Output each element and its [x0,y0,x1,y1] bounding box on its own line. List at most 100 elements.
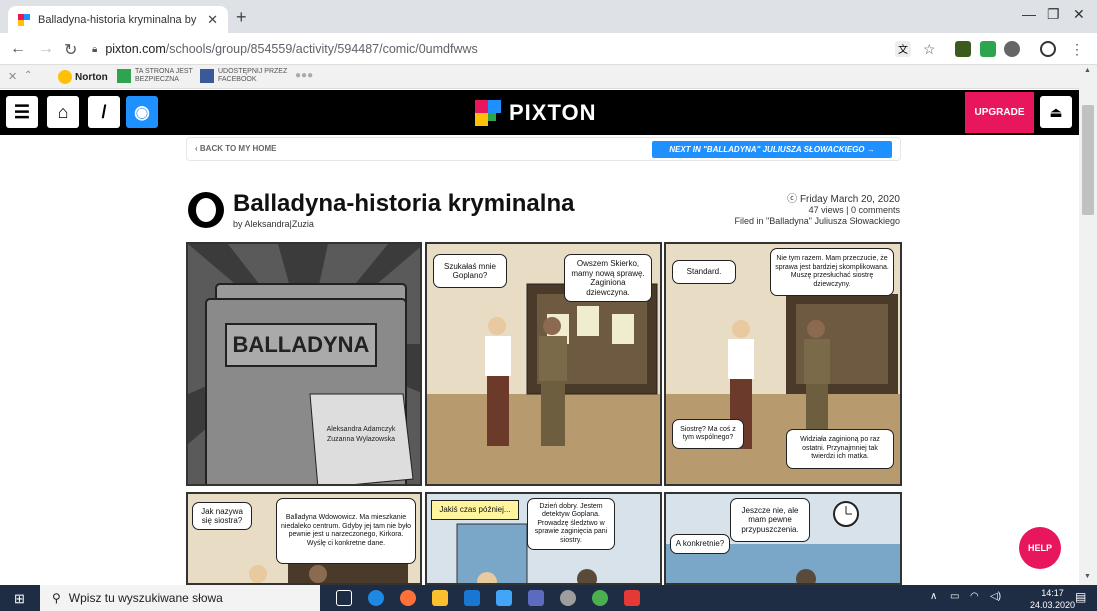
extension-norton-icon[interactable] [980,41,996,57]
office-icon[interactable] [624,590,640,606]
author-names-line2: Zuzanna Wylazowska [326,436,396,443]
url-host: pixton.com [105,42,166,56]
scrollbar-thumb[interactable] [1082,105,1094,215]
extension-puzzle-icon[interactable] [1004,41,1020,57]
comic-author[interactable]: by Aleksandra|Zuzia [233,219,314,229]
speech-bubble: Standard. [672,260,736,284]
norton-toolbar: ✕ ⌃ Norton TA STRONA JEST BEZPIECZNA UDO… [0,65,1097,89]
more-dots-icon[interactable]: ●●● [295,70,313,81]
comic-filed[interactable]: Filed in "Balladyna" Juliusza Słowackieg… [680,216,900,227]
notifications-icon[interactable]: ▤ [1075,590,1086,604]
comic-stats: 47 views | 0 comments [808,205,900,215]
comic-panel-5: Jakiś czas później... Dzień dobry. Jeste… [425,492,662,585]
close-window-icon[interactable]: ✕ [1073,6,1085,23]
profile-avatar-icon[interactable] [1040,41,1056,57]
battery-icon[interactable]: ▭ [950,591,959,602]
caption-box: Jakiś czas później... [431,500,519,520]
comic-meta: ⓒ Friday March 20, 2020 47 views | 0 com… [680,194,900,227]
speech-bubble: Nie tym razem. Mam przeczucie, że sprawa… [770,248,894,296]
share-label[interactable]: UDOSTĘPNIJ PRZEZ FACEBOOK [218,68,288,84]
comic-nav-row: ‹ BACK TO MY HOME NEXT IN "BALLADYNA" JU… [186,137,901,161]
pencil-icon[interactable]: / [88,96,120,128]
pixton-logo-text: PIXTON [509,100,597,125]
taskbar-search[interactable]: ⚲ Wpisz tu wyszukiwane słowa [40,585,320,611]
chrome-icon[interactable] [592,590,608,606]
speech-bubble: Owszem Skierko, mamy nową sprawę. Zagini… [564,254,652,302]
tab-title: Balladyna-historia kryminalna by [38,13,197,26]
file-explorer-icon[interactable] [432,590,448,606]
app-icon[interactable] [560,590,576,606]
speech-bubble: A konkretnie? [670,534,730,554]
eject-icon[interactable]: ⏏ [1040,96,1072,128]
volume-icon[interactable]: ◁) [990,591,1001,602]
wifi-icon[interactable]: ◠ [970,591,979,602]
collapse-chevron-icon[interactable]: ⌃ [24,70,32,81]
author-avatar[interactable] [188,192,224,228]
scroll-down-icon[interactable]: ▼ [1084,573,1091,580]
restore-icon[interactable]: ❐ [1047,6,1060,23]
browser-tab[interactable]: Balladyna-historia kryminalna by ✕ [8,6,228,33]
creative-commons-icon: ⓒ [787,194,800,205]
safe-label[interactable]: TA STRONA JEST BEZPIECZNA [135,68,195,84]
new-tab-icon[interactable]: + [236,7,247,28]
comic-panel-4: Jak nazywa się siostra? Balladyna Wdowow… [186,492,422,585]
norton-check-icon [58,70,72,84]
translate-icon[interactable]: 文 [895,41,911,57]
extension-check-icon[interactable] [955,41,971,57]
hamburger-menu-icon[interactable]: ☰ [6,96,38,128]
clock-time: 14:17 [1041,588,1064,598]
speech-bubble: Dzień dobry. Jestem detektyw Goplana. Pr… [527,498,615,550]
search-icon: ⚲ [52,591,61,605]
comic-title: Balladyna-historia kryminalna [233,190,575,217]
reload-icon[interactable]: ↻ [64,40,77,60]
speech-bubble: Jeszcze nie, ale mam pewne przypuszczeni… [730,498,810,542]
back-to-home-link[interactable]: ‹ BACK TO MY HOME [195,144,277,153]
mail-icon[interactable] [496,590,512,606]
norton-brand: Norton [75,71,108,83]
facebook-icon [200,69,214,83]
author-names-line1: Aleksandra Adamczyk [326,426,396,433]
search-placeholder: Wpisz tu wyszukiwane słowa [68,591,223,605]
windows-taskbar: ⊞ ⚲ Wpisz tu wyszukiwane słowa ∧ ▭ ◠ ◁) … [0,585,1097,611]
comic-panel-3: Standard. Nie tym razem. Mam przeczucie,… [664,242,902,486]
help-button[interactable]: HELP [1019,527,1061,569]
firefox-icon[interactable] [400,590,416,606]
lock-icon: 🔒︎ [92,43,98,55]
url-field[interactable]: 🔒︎ pixton.com/schools/group/854559/activ… [92,37,892,61]
app-icon[interactable] [528,590,544,606]
url-path: /schools/group/854559/activity/594487/co… [165,42,478,56]
taskbar-clock[interactable]: 14:17 24.03.2020 [1030,587,1075,611]
home-icon[interactable]: ⌂ [47,96,79,128]
folder-title: BALLADYNA [232,332,370,357]
pixton-logo[interactable]: PIXTON [475,99,597,127]
speech-bubble: Siostrę? Ma coś z tym wspólnego? [672,419,744,449]
eye-view-icon[interactable]: ◉ [126,96,158,128]
minimize-icon[interactable]: — [1022,6,1036,22]
pixton-favicon [18,13,30,26]
forward-arrow-icon[interactable]: → [38,40,54,58]
windows-start-icon[interactable]: ⊞ [14,591,25,607]
comic-panel-6: A konkretnie? Jeszcze nie, ale mam pewne… [664,492,902,585]
comic-panel-1: BALLADYNA Aleksandra Adamczyk Zuzanna Wy… [186,242,422,486]
norton-logo[interactable]: Norton [58,68,108,86]
next-comic-button[interactable]: NEXT IN "BALLADYNA" JULIUSZA SŁOWACKIEGO… [652,141,892,158]
scroll-up-icon[interactable]: ▲ [1084,67,1091,74]
back-label: BACK TO MY HOME [199,144,277,153]
speech-bubble: Balladyna Wdowowicz. Ma mieszkanie nieda… [276,498,416,564]
close-toolbar-icon[interactable]: ✕ [8,70,17,83]
task-view-icon[interactable] [336,590,352,606]
close-tab-icon[interactable]: ✕ [207,12,218,28]
vertical-scrollbar[interactable]: ▲ ▼ [1079,65,1097,585]
edge-icon[interactable] [368,590,384,606]
address-bar-row: ← → ↻ 🔒︎ pixton.com/schools/group/854559… [0,33,1097,65]
speech-bubble: Widziała zaginioną po raz ostatni. Przyn… [786,429,894,469]
tray-chevron-icon[interactable]: ∧ [930,591,937,602]
comic-date: Friday March 20, 2020 [799,194,900,205]
back-arrow-icon[interactable]: ← [10,40,26,58]
star-bookmark-icon[interactable]: ☆ [923,41,936,58]
speech-bubble: Jak nazywa się siostra? [192,502,252,530]
pixton-logo-icon [475,100,501,126]
store-icon[interactable] [464,590,480,606]
upgrade-button[interactable]: UPGRADE [965,92,1034,133]
menu-dots-icon[interactable]: ⋮ [1070,41,1084,58]
